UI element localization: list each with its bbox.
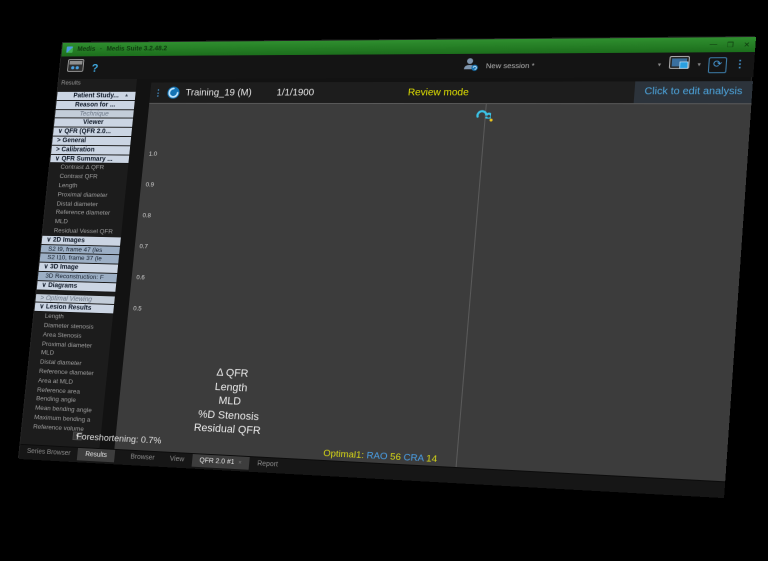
panels-layout-icon[interactable] [66, 59, 84, 76]
sidebar-scroll-up-icon[interactable]: ▲ [124, 93, 129, 99]
snapshot-chevron-down-icon[interactable]: ▾ [697, 61, 701, 68]
viewport-divider [456, 104, 487, 467]
optimal-part: RAO [363, 450, 387, 462]
lesion-metric-labels: Δ QFRLengthMLD%D StenosisResidual QFR [169, 364, 291, 439]
chevron-down-icon: ▾ [658, 62, 662, 69]
snapshot-icon[interactable] [668, 55, 691, 75]
title-separator: - [99, 46, 102, 52]
help-icon[interactable]: ? [91, 61, 99, 74]
session-dropdown[interactable]: New session * ▾ [486, 61, 662, 71]
medis-suite-window: Medis - Medis Suite 3.2.48.2 — ❐ ✕ ? New… [18, 36, 755, 497]
qfr-app-icon [166, 86, 180, 99]
window-controls: — ❐ ✕ [709, 41, 750, 49]
patient-name: Training_19 (M) [185, 87, 252, 97]
results-item-general[interactable]: > General [52, 137, 131, 147]
notification-dot [489, 119, 492, 122]
panel-tab-results[interactable]: Results [77, 448, 115, 462]
doc-tab-qfr-2-0-1[interactable]: QFR 2.0 #1× [191, 454, 250, 470]
y-axis-tick: 0.6 [131, 274, 145, 281]
overflow-menu-icon[interactable]: ⋮ [734, 59, 746, 70]
toolbar-left-group: ? [66, 59, 99, 76]
refresh-session-icon[interactable]: ⟳ [708, 57, 728, 73]
close-button[interactable]: ✕ [743, 41, 750, 49]
medis-logo-icon [66, 46, 73, 52]
optimal-part: CRA [400, 452, 424, 464]
main-toolbar: ? New session * ▾ ▾ ⟳ ⋮ [59, 52, 755, 79]
y-axis-tick: 0.9 [141, 182, 155, 189]
maximize-button[interactable]: ❐ [727, 41, 734, 49]
app-name: Medis [77, 46, 96, 52]
review-mode-label: Review mode [407, 87, 469, 98]
results-item-qfr-qfr-2-0[interactable]: ∨ QFR (QFR 2.0... [53, 128, 132, 137]
drag-handle-icon[interactable]: ⋮ [154, 88, 163, 98]
y-axis-tick: 0.7 [134, 243, 148, 250]
edit-analysis-button[interactable]: Click to edit analysis [634, 81, 753, 103]
results-panel-title: Results [61, 80, 81, 86]
document-header: ⋮ Training_19 (M) 1/1/1900 Review mode C… [149, 81, 753, 103]
results-tree: Patient Study...Reason for ...TechniqueV… [21, 92, 135, 439]
desktop-background: Medis - Medis Suite 3.2.48.2 — ❐ ✕ ? New… [0, 0, 768, 561]
results-item-viewer[interactable]: Viewer [54, 119, 133, 128]
results-item-calibration[interactable]: > Calibration [51, 146, 130, 156]
doc-tab-browser[interactable]: Browser [122, 450, 163, 465]
qfr-document-area: ⋮ Training_19 (M) 1/1/1900 Review mode C… [114, 81, 753, 481]
results-item-reason-for[interactable]: Reason for ... [56, 101, 135, 110]
doc-tab-view[interactable]: View [162, 452, 193, 466]
study-date: 1/1/1900 [276, 87, 314, 97]
user-session-icon [462, 56, 480, 75]
session-label: New session * [486, 61, 535, 70]
optimal-part: 56 [387, 451, 401, 463]
results-item-technique[interactable]: Technique [55, 110, 134, 119]
minimize-button[interactable]: — [709, 41, 717, 49]
window-title: Medis Suite 3.2.48.2 [106, 46, 167, 53]
doc-tab-report[interactable]: Report [249, 457, 286, 472]
analysis-viewport[interactable]: 1.0 0.9 0.8 0.7 0.6 0.5 Δ QFRLengthMLD%D Sten… [114, 103, 751, 481]
y-axis-tick: 1.0 [144, 151, 158, 158]
panel-tabs: Series BrowserResults [19, 445, 115, 463]
y-axis-tick: 0.8 [138, 212, 152, 219]
panel-tab-series-browser[interactable]: Series Browser [19, 445, 78, 460]
optimal-part: Optimal1: [323, 448, 365, 461]
tab-close-icon[interactable]: × [238, 460, 242, 466]
optimal-part: 14 [423, 453, 437, 465]
y-axis-tick: 0.5 [128, 305, 142, 312]
toolbar-right-group: New session * ▾ ▾ ⟳ ⋮ [462, 55, 746, 76]
